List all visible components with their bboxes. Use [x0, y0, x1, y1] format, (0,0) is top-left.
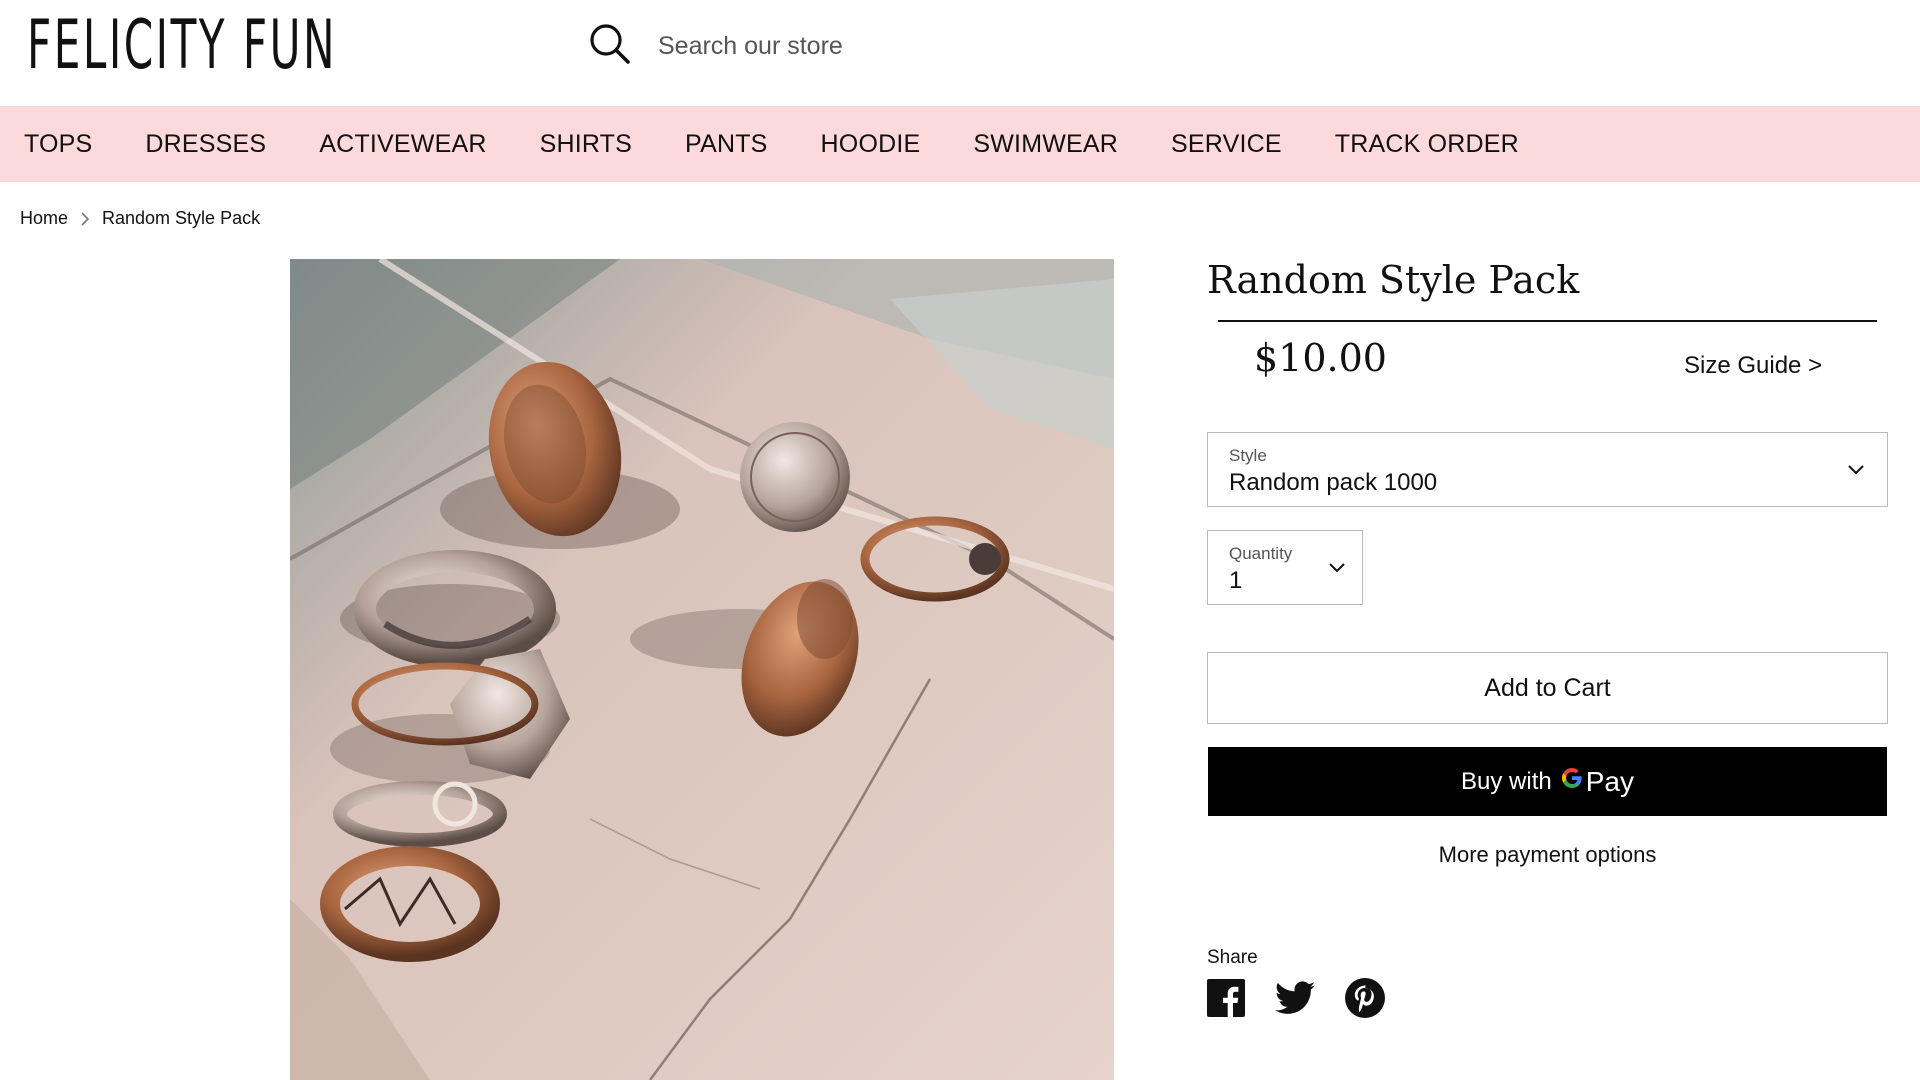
- nav-item-shirts[interactable]: SHIRTS: [540, 130, 632, 159]
- nav-item-tops[interactable]: TOPS: [24, 130, 92, 159]
- product-title: Random Style Pack: [1207, 258, 1580, 302]
- title-divider: [1218, 320, 1877, 322]
- nav-item-hoodie[interactable]: HOODIE: [821, 130, 921, 159]
- size-guide-link[interactable]: Size Guide >: [1684, 352, 1822, 380]
- share-label: Share: [1207, 947, 1258, 968]
- share-icons: [1207, 978, 1415, 1018]
- search-input[interactable]: [658, 31, 1258, 61]
- pinterest-icon[interactable]: [1345, 978, 1385, 1018]
- add-to-cart-button[interactable]: Add to Cart: [1207, 652, 1888, 724]
- breadcrumb-home[interactable]: Home: [20, 208, 68, 229]
- nav-item-service[interactable]: SERVICE: [1171, 130, 1282, 159]
- nav-item-activewear[interactable]: ACTIVEWEAR: [319, 130, 486, 159]
- nav-item-pants[interactable]: PANTS: [685, 130, 768, 159]
- main-nav: TOPS DRESSES ACTIVEWEAR SHIRTS PANTS HOO…: [0, 106, 1920, 182]
- more-payment-options-link[interactable]: More payment options: [1207, 842, 1888, 868]
- nav-item-track-order[interactable]: TRACK ORDER: [1335, 130, 1519, 159]
- search-icon[interactable]: [588, 22, 632, 71]
- style-value: Random pack 1000: [1229, 469, 1438, 496]
- quantity-value: 1: [1229, 567, 1243, 594]
- search-bar[interactable]: [588, 22, 1258, 70]
- facebook-icon[interactable]: [1207, 979, 1245, 1017]
- style-select[interactable]: Style Random pack 1000: [1207, 432, 1888, 507]
- store-logo[interactable]: FELICITY FUN: [27, 12, 337, 80]
- google-g-icon: [1560, 766, 1584, 797]
- gpay-pay-text: Pay: [1585, 765, 1634, 797]
- chevron-down-icon: [1847, 463, 1865, 481]
- quantity-select[interactable]: Quantity 1: [1207, 530, 1363, 605]
- buy-with-gpay-button[interactable]: Buy with Pay: [1208, 747, 1887, 816]
- nav-item-swimwear[interactable]: SWIMWEAR: [973, 130, 1118, 159]
- style-label: Style: [1229, 446, 1267, 465]
- breadcrumb-current: Random Style Pack: [102, 208, 261, 228]
- site-header: FELICITY FUN: [0, 0, 1920, 106]
- quantity-label: Quantity: [1229, 544, 1293, 563]
- chevron-down-icon: [1328, 561, 1346, 579]
- buy-with-label: Buy with: [1461, 767, 1552, 795]
- product-image[interactable]: [290, 259, 1114, 1080]
- breadcrumb: Home Random Style Pack: [20, 208, 260, 229]
- nav-item-dresses[interactable]: DRESSES: [145, 130, 266, 159]
- product-price: $10.00: [1254, 336, 1387, 380]
- twitter-icon[interactable]: [1275, 981, 1315, 1015]
- chevron-right-icon: [80, 211, 90, 226]
